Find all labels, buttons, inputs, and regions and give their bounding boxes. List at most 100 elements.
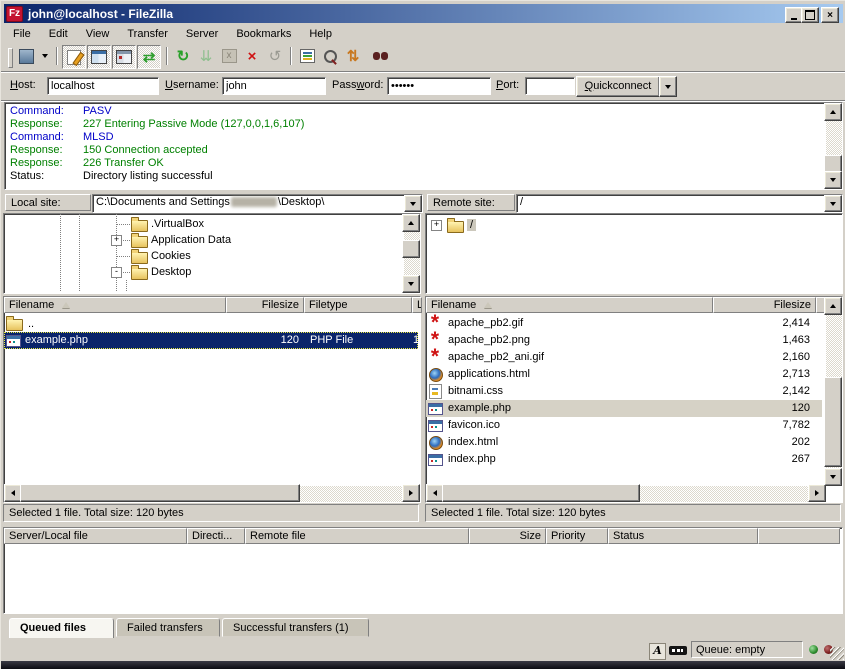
menu-file[interactable]: File [4,26,40,42]
local-path-suffix: \Desktop\ [278,196,324,208]
scroll-down-button[interactable] [824,171,842,189]
scroll-right-button[interactable] [402,484,420,502]
queue-column-remote-file[interactable]: Remote file [245,528,469,544]
column-header-filetype[interactable]: Filetype [304,297,412,313]
tree-item-cookies[interactable]: Cookies [4,248,384,264]
scroll-right-button[interactable] [808,484,826,502]
toggle-queue-view-button[interactable]: ⇄ [137,45,161,69]
filter-button[interactable] [296,45,318,67]
column-header-filesize[interactable]: Filesize [713,297,816,313]
file-row-selected[interactable]: example.php 120 PHP File 1 [4,332,418,349]
connection-indicator-icon[interactable] [669,646,687,655]
log-line: Response:150 Connection accepted [5,144,842,157]
expand-icon[interactable]: + [431,220,442,231]
username-input[interactable] [222,77,326,95]
quickconnect-dropdown[interactable] [659,76,677,97]
filter-icon [300,49,315,63]
refresh-button[interactable]: ↻ [172,45,194,67]
file-row[interactable]: *apache_pb2_ani.gif2,160 [426,349,822,366]
password-input[interactable] [387,77,491,95]
menu-server[interactable]: Server [177,26,227,42]
toolbar-grip[interactable] [8,48,13,68]
tree-item-desktop[interactable]: - Desktop [4,264,384,280]
scroll-up-button[interactable] [824,297,842,315]
queue-column-priority[interactable]: Priority [546,528,608,544]
file-row-parent[interactable]: .. [4,315,418,332]
modified-cell: 1 [413,334,419,346]
column-header-filesize[interactable]: Filesize [226,297,304,313]
find-files-button[interactable] [365,45,387,67]
html-browser-icon [429,436,443,450]
remote-site-dropdown[interactable] [824,195,842,212]
cancel-operation-button[interactable]: x [218,45,240,67]
tree-item-label: Application Data [151,234,231,246]
synchronized-browsing-button[interactable]: ⇅ [342,45,364,67]
file-row[interactable]: *apache_pb2.gif2,414 [426,315,822,332]
scrollbar-thumb[interactable] [442,484,640,502]
host-input[interactable] [47,77,159,95]
column-header-lastmodified[interactable]: L [412,297,422,313]
compare-button[interactable] [319,45,341,67]
file-row[interactable]: favicon.ico7,782 [426,417,822,434]
menu-edit[interactable]: Edit [40,26,77,42]
expand-icon[interactable]: + [111,235,122,246]
menu-view[interactable]: View [77,26,119,42]
toggle-log-view-button[interactable] [62,45,86,69]
tab-successful-transfers[interactable]: Successful transfers (1) [222,618,369,637]
filename-cell: example.php [25,334,88,346]
local-site-combobox[interactable]: C:\Documents and Settings\Desktop\ [92,194,423,213]
scroll-up-button[interactable] [824,103,842,121]
chevron-down-icon [665,85,671,92]
collapse-icon[interactable]: - [111,267,122,278]
tree-item-virtualbox[interactable]: .VirtualBox [4,216,384,232]
maximize-button[interactable] [801,7,819,23]
site-manager-dropdown[interactable] [38,45,51,67]
port-input[interactable] [525,77,575,95]
file-row[interactable]: *apache_pb2.png1,463 [426,332,822,349]
tree-item-root[interactable]: + / [426,217,836,233]
site-manager-button[interactable] [15,45,37,67]
transfer-type-ascii-icon[interactable]: A [649,643,666,660]
php-file-icon [6,335,21,347]
file-row-selected[interactable]: example.php120 [426,400,822,417]
local-site-dropdown[interactable] [404,195,422,212]
queue-column-direction[interactable]: Directi... [187,528,245,544]
scroll-down-button[interactable] [402,275,420,293]
close-button[interactable]: × [821,7,839,23]
binoculars-icon [373,52,380,60]
menu-bookmarks[interactable]: Bookmarks [227,26,300,42]
resize-grip[interactable] [830,647,844,660]
queue-column-server-local-file[interactable]: Server/Local file [4,528,187,544]
reconnect-icon: ↺ [269,49,282,64]
queue-column-status[interactable]: Status [608,528,758,544]
queue-column-size[interactable]: Size [469,528,546,544]
filezilla-logo-icon[interactable]: Fz [6,6,23,22]
file-row[interactable]: bitnami.css2,142 [426,383,822,400]
folder-icon [131,236,148,248]
queue-status: Queue: empty [691,641,803,658]
file-row[interactable]: applications.html2,713 [426,366,822,383]
menu-help[interactable]: Help [300,26,341,42]
reconnect-button[interactable]: ↺ [264,45,286,67]
toggle-remote-tree-button[interactable] [112,45,136,69]
column-header-filename[interactable]: Filename [4,297,226,313]
scrollbar-thumb[interactable] [20,484,300,502]
scrollbar-thumb[interactable] [402,240,420,258]
tab-queued-files[interactable]: Queued files [9,618,114,638]
scroll-down-button[interactable] [824,468,842,486]
tab-failed-transfers[interactable]: Failed transfers [116,618,220,637]
scrollbar-thumb[interactable] [824,377,842,467]
tree-item-application-data[interactable]: + Application Data [4,232,384,248]
quickconnect-button[interactable]: Quickconnect [576,76,660,97]
toggle-local-tree-button[interactable] [87,45,111,69]
process-queue-button[interactable]: ⇊ [195,45,217,67]
disconnect-button[interactable]: × [241,45,263,67]
remote-site-combobox[interactable]: / [516,194,843,213]
file-row[interactable]: index.html202 [426,434,822,451]
file-row[interactable]: index.php267 [426,451,822,468]
process-queue-icon: ⇊ [200,49,213,64]
menu-transfer[interactable]: Transfer [118,26,177,42]
column-header-filename[interactable]: Filename [426,297,713,313]
transfer-queue-icon: ⇄ [143,50,156,65]
scroll-up-button[interactable] [402,214,420,232]
